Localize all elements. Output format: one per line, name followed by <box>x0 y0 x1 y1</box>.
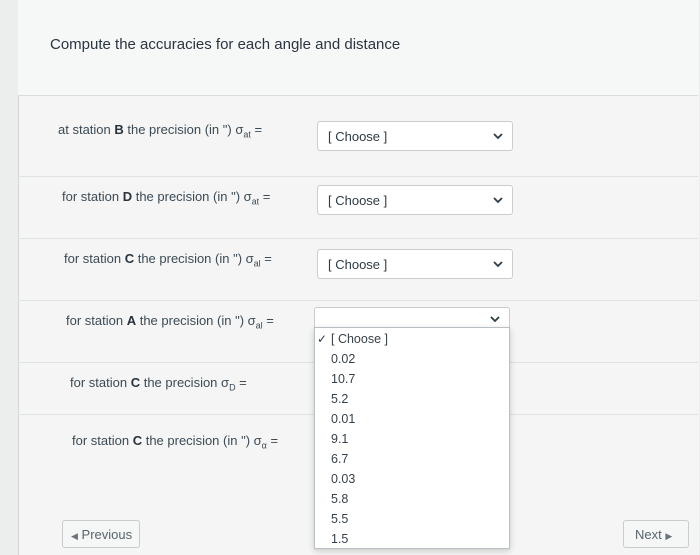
row-label-6: for station C the precision (in ") σα = <box>72 433 279 451</box>
checkmark-icon: ✓ <box>317 332 328 346</box>
dropdown-option[interactable]: 10.7 <box>315 370 509 390</box>
next-button[interactable]: Next ▶ <box>623 520 689 548</box>
previous-button[interactable]: ◀ Previous <box>62 520 140 548</box>
select-value-2: [ Choose ] <box>328 193 388 208</box>
question-header: Compute the accuracies for each angle an… <box>18 0 698 96</box>
chevron-down-icon <box>493 261 503 268</box>
row-label-5: for station C the precision σD = <box>70 375 247 393</box>
dropdown-option[interactable]: 6.7 <box>315 450 509 470</box>
dropdown-option[interactable]: 0.02 <box>315 350 509 370</box>
question-row-3: for station C the precision (in ") σal =… <box>18 238 698 301</box>
dropdown-option[interactable]: 0.01 <box>315 410 509 430</box>
answer-select-2[interactable]: [ Choose ] <box>317 185 513 215</box>
question-title: Compute the accuracies for each angle an… <box>50 36 401 53</box>
select-value-1: [ Choose ] <box>328 129 388 144</box>
row-label-1: at station B the precision (in ") σat = <box>58 122 263 140</box>
answer-select-1[interactable]: [ Choose ] <box>317 121 513 151</box>
dropdown-option[interactable]: 5.8 <box>315 490 509 510</box>
question-row-1: at station B the precision (in ") σat = … <box>18 96 698 176</box>
row-label-4: for station A the precision (in ") σal = <box>66 313 274 331</box>
dropdown-option[interactable]: 5.5 <box>315 510 509 530</box>
dropdown-option[interactable]: 1.5 <box>315 530 509 550</box>
previous-label: Previous <box>81 527 133 542</box>
dropdown-options-list: ✓ [ Choose ] 0.02 10.7 5.2 0.01 9.1 6.7 … <box>314 327 510 549</box>
chevron-down-icon <box>493 133 503 140</box>
triangle-left-icon: ◀ <box>71 531 78 541</box>
dropdown-option[interactable]: 0.03 <box>315 470 509 490</box>
dropdown-option[interactable]: 5.2 <box>315 390 509 410</box>
next-label: Next <box>635 527 662 542</box>
chevron-down-icon <box>490 316 500 323</box>
question-row-2: for station D the precision (in ") σat =… <box>18 176 698 239</box>
select-value-3: [ Choose ] <box>328 257 388 272</box>
dropdown-option[interactable]: 9.1 <box>315 430 509 450</box>
row-label-3: for station C the precision (in ") σal = <box>64 251 272 269</box>
row-label-2: for station D the precision (in ") σat = <box>62 189 271 207</box>
answer-select-3[interactable]: [ Choose ] <box>317 249 513 279</box>
triangle-right-icon: ▶ <box>665 531 673 541</box>
chevron-down-icon <box>493 197 503 204</box>
dropdown-option[interactable]: ✓ [ Choose ] <box>315 330 509 350</box>
